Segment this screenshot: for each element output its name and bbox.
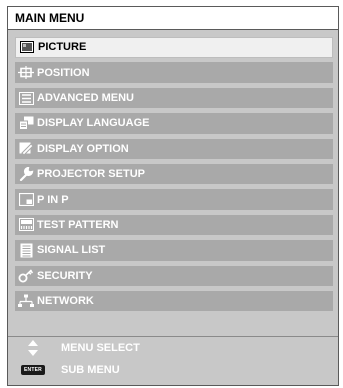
projector-setup-icon [15, 164, 37, 184]
menu-list: PICTURE POSITION ADVANCED MENU DISPLAY L… [8, 30, 338, 312]
display-option-icon [15, 139, 37, 159]
main-menu-panel: MAIN MENU PICTURE POSITION ADVANCED MENU… [7, 6, 339, 386]
menu-item-projector-setup[interactable]: PROJECTOR SETUP [15, 163, 333, 185]
enter-badge-label: ENTER [21, 365, 45, 375]
menu-footer: MENU SELECT ENTER SUB MENU [8, 336, 338, 385]
menu-item-label: TEST PATTERN [37, 218, 119, 231]
position-icon [15, 63, 37, 83]
menu-title: MAIN MENU [8, 7, 338, 30]
menu-item-label: PROJECTOR SETUP [37, 168, 145, 181]
up-down-arrows-icon [15, 340, 51, 356]
menu-select-hint: MENU SELECT [15, 337, 338, 359]
network-icon [15, 291, 37, 311]
enter-button-icon: ENTER [15, 365, 51, 375]
signal-list-icon [15, 240, 37, 260]
menu-item-label: DISPLAY LANGUAGE [37, 117, 150, 130]
menu-item-p-in-p[interactable]: P IN P [15, 189, 333, 210]
sub-menu-text: SUB MENU [61, 364, 120, 376]
menu-item-network[interactable]: NETWORK [15, 290, 333, 312]
menu-item-picture[interactable]: PICTURE [15, 37, 333, 58]
menu-item-display-option[interactable]: DISPLAY OPTION [15, 138, 333, 160]
menu-item-display-language[interactable]: DISPLAY LANGUAGE [15, 113, 333, 134]
test-pattern-icon [15, 215, 37, 235]
menu-item-signal-list[interactable]: SIGNAL LIST [15, 240, 333, 261]
p-in-p-icon [15, 190, 37, 210]
menu-item-advanced-menu[interactable]: ADVANCED MENU [15, 87, 333, 109]
menu-item-label: NETWORK [37, 295, 94, 308]
advanced-menu-icon [15, 88, 37, 108]
sub-menu-hint: ENTER SUB MENU [15, 359, 338, 381]
security-key-icon [15, 266, 37, 286]
menu-item-label: DISPLAY OPTION [37, 142, 129, 155]
display-language-icon [15, 113, 37, 133]
menu-item-security[interactable]: SECURITY [15, 265, 333, 287]
menu-item-position[interactable]: POSITION [15, 62, 333, 83]
menu-item-label: POSITION [37, 66, 90, 79]
menu-item-label: ADVANCED MENU [37, 92, 134, 105]
menu-item-label: P IN P [37, 193, 69, 206]
picture-icon [16, 37, 38, 57]
menu-item-label: PICTURE [38, 41, 87, 54]
menu-item-label: SECURITY [37, 269, 93, 282]
menu-item-label: SIGNAL LIST [37, 244, 106, 257]
menu-select-text: MENU SELECT [61, 342, 140, 354]
menu-item-test-pattern[interactable]: TEST PATTERN [15, 214, 333, 236]
